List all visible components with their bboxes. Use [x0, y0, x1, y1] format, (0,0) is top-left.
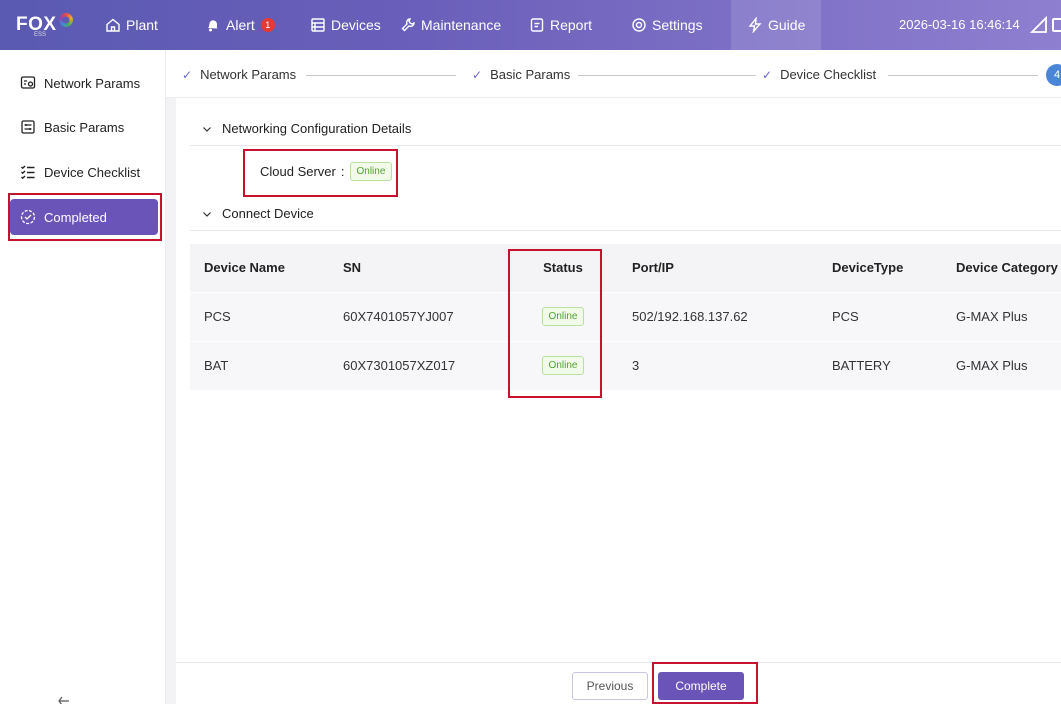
top-nav-bar: FOX ESS Plant Alert 1 Devices Maintenanc… — [0, 0, 1061, 50]
datetime: 2026-03-16 16:46:14 — [899, 17, 1020, 32]
sidebar-item-network-params[interactable]: Network Params — [10, 65, 158, 101]
device-status-icon — [1052, 18, 1061, 32]
check-icon: ✓ — [762, 67, 773, 82]
step-network-params[interactable]: ✓ Network Params — [182, 67, 305, 82]
check-icon: ✓ — [182, 67, 193, 82]
table-row: PCS 60X7401057YJ007 Online 502/192.168.1… — [190, 291, 1061, 341]
port-ip-cell: 502/192.168.137.62 — [618, 291, 818, 341]
status-badge: Online — [541, 307, 585, 326]
sidebar-item-device-checklist[interactable]: Device Checklist — [10, 154, 158, 190]
logo[interactable]: FOX ESS — [16, 10, 73, 40]
sliders-icon — [21, 120, 35, 134]
main-panel: Networking Configuration Details Cloud S… — [176, 98, 1061, 704]
sidebar-item-label: Completed — [44, 209, 107, 225]
cloud-status-badge: Online — [349, 162, 393, 181]
table-header-row: Device Name SN Status Port/IP DeviceType… — [190, 244, 1061, 292]
device-table: Device Name SN Status Port/IP DeviceType… — [190, 244, 1061, 390]
previous-button[interactable]: Previous — [572, 672, 648, 700]
sidebar-item-label: Device Checklist — [44, 164, 141, 180]
collapse-sidebar-icon[interactable] — [58, 696, 70, 704]
nav-guide[interactable]: Guide — [731, 0, 822, 50]
device-name-cell: PCS — [190, 291, 329, 341]
sidebar-item-completed[interactable]: Completed — [10, 199, 158, 235]
port-ip-cell: 3 — [618, 340, 818, 390]
sn-cell: 60X7401057YJ007 — [329, 291, 508, 341]
status-cell: Online — [508, 340, 618, 390]
nav-devices-label: Devices — [331, 17, 381, 33]
signal-icon — [1030, 16, 1047, 33]
checklist-icon — [21, 165, 35, 180]
device-category-cell: G-MAX Plus — [942, 291, 1061, 341]
table-row: BAT 60X7301057XZ017 Online 3 BATTERY G-M… — [190, 340, 1061, 390]
column-header: Status — [508, 244, 618, 292]
chevron-down-icon — [203, 126, 211, 132]
nav-settings[interactable]: Settings — [631, 0, 703, 50]
wrench-icon — [401, 18, 415, 32]
status-badge: Online — [541, 356, 585, 376]
nav-settings-label: Settings — [652, 17, 703, 33]
nav-report[interactable]: Report — [529, 0, 592, 50]
nav-maintenance-label: Maintenance — [421, 17, 502, 33]
column-header: Device Name — [190, 244, 329, 292]
cloud-server-separator: : — [340, 164, 345, 179]
sn-cell: 60X7301057XZ017 — [329, 340, 508, 390]
step-connector — [306, 75, 456, 76]
column-header: Device Category — [942, 244, 1061, 292]
logo-subtext: ESS — [34, 32, 47, 38]
nav-alert-label: Alert — [226, 17, 255, 33]
step-connector — [576, 75, 756, 76]
sidebar-item-basic-params[interactable]: Basic Params — [10, 109, 158, 145]
nav-plant[interactable]: Plant — [105, 0, 158, 50]
cloud-server-row: Cloud Server : Online — [260, 162, 393, 181]
home-icon — [106, 18, 120, 32]
complete-button[interactable]: Complete — [658, 672, 744, 700]
cloud-server-label: Cloud Server — [260, 164, 336, 179]
step-label: Network Params — [200, 67, 297, 82]
devices-icon — [311, 18, 325, 32]
device-type-cell: BATTERY — [818, 340, 942, 390]
step-basic-params[interactable]: ✓ Basic Params — [472, 67, 579, 82]
networking-section-header[interactable]: Networking Configuration Details — [190, 112, 1061, 146]
sidebar: Network Params Basic Params Device Check… — [0, 50, 166, 704]
step-progress: ✓ Network Params ✓ Basic Params ✓ Device… — [166, 50, 1061, 98]
device-category-cell: G-MAX Plus — [942, 340, 1061, 390]
alert-count-badge: 1 — [260, 18, 275, 32]
step-label: Basic Params — [490, 67, 571, 82]
network-icon — [20, 76, 36, 89]
step-connector — [888, 75, 1038, 76]
step-device-checklist[interactable]: ✓ Device Checklist — [762, 67, 885, 82]
nav-report-label: Report — [550, 17, 593, 33]
nav-guide-label: Guide — [768, 17, 806, 33]
step-label: Device Checklist — [780, 67, 877, 82]
sidebar-item-label: Network Params — [44, 75, 141, 91]
status-cell: Online — [508, 291, 618, 341]
check-circle-icon — [20, 209, 36, 225]
chevron-down-icon — [203, 211, 211, 217]
device-type-cell: PCS — [818, 291, 942, 341]
connect-section-header[interactable]: Connect Device — [190, 197, 1061, 231]
column-header: SN — [329, 244, 508, 292]
sidebar-item-label: Basic Params — [44, 119, 125, 135]
guide-icon — [748, 17, 762, 33]
nav-alert[interactable]: Alert 1 — [205, 0, 275, 50]
step-current-number: 4 — [1046, 64, 1061, 86]
footer-divider — [176, 662, 1061, 663]
report-icon — [530, 18, 544, 32]
column-header: DeviceType — [818, 244, 942, 292]
networking-section-title: Networking Configuration Details — [222, 121, 412, 136]
check-icon: ✓ — [472, 67, 483, 82]
settings-icon — [632, 18, 646, 32]
column-header: Port/IP — [618, 244, 818, 292]
nav-devices[interactable]: Devices — [310, 0, 381, 50]
connect-section-title: Connect Device — [222, 206, 314, 221]
nav-maintenance[interactable]: Maintenance — [400, 0, 501, 50]
bell-icon — [208, 20, 218, 32]
nav-plant-label: Plant — [126, 17, 158, 33]
logo-ring-icon — [58, 13, 73, 27]
device-name-cell: BAT — [190, 340, 329, 390]
